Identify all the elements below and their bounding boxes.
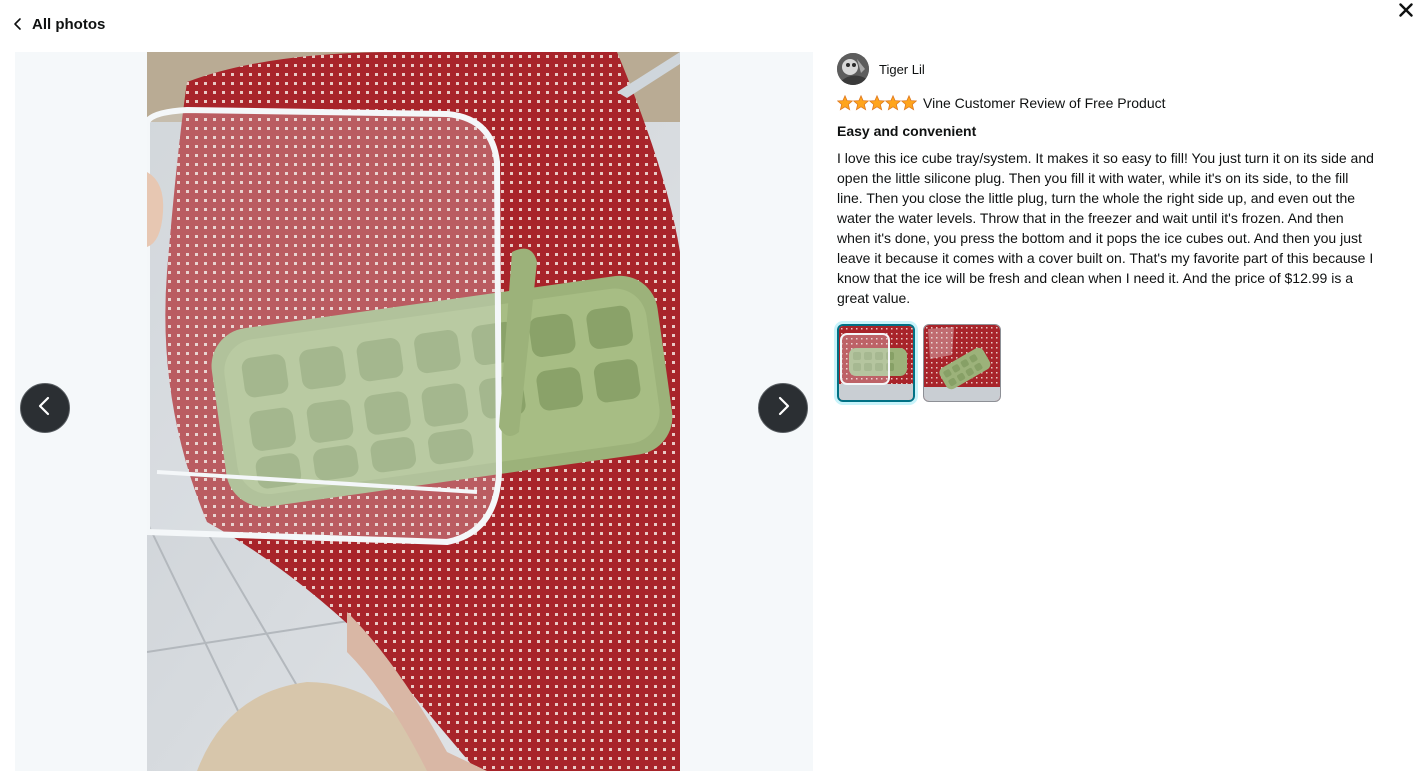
avatar [837, 53, 869, 85]
star-rating[interactable] [837, 95, 917, 111]
chevron-right-icon [773, 395, 793, 422]
reviewer-profile[interactable]: Tiger Lil [837, 52, 1377, 86]
review-body: I love this ice cube tray/system. It mak… [837, 150, 1374, 306]
rating-line: Vine Customer Review of Free Product [837, 94, 1377, 112]
star-icon [837, 95, 853, 111]
next-photo-button[interactable] [758, 383, 808, 433]
chevron-left-icon [12, 17, 24, 31]
previous-photo-button[interactable] [20, 383, 70, 433]
chevron-left-icon [35, 395, 55, 422]
all-photos-back-link[interactable]: All photos [12, 12, 105, 36]
review-panel: Tiger Lil Vine Customer Review of Free P… [837, 52, 1377, 402]
close-button[interactable] [1396, 2, 1416, 22]
star-icon [869, 95, 885, 111]
vine-review-badge: Vine Customer Review of Free Product [923, 95, 1166, 111]
photo-thumbnail-2[interactable] [923, 324, 1001, 402]
close-icon [1399, 2, 1413, 22]
all-photos-label: All photos [32, 15, 106, 33]
reviewer-name[interactable]: Tiger Lil [879, 62, 925, 77]
star-icon [885, 95, 901, 111]
photo-thumbnail-1[interactable] [837, 324, 915, 402]
star-icon [853, 95, 869, 111]
review-title: Easy and convenient [837, 123, 977, 139]
star-icon [901, 95, 917, 111]
photo-viewer [15, 52, 813, 771]
review-photo [147, 52, 680, 771]
thumbnail-strip [837, 324, 1377, 402]
